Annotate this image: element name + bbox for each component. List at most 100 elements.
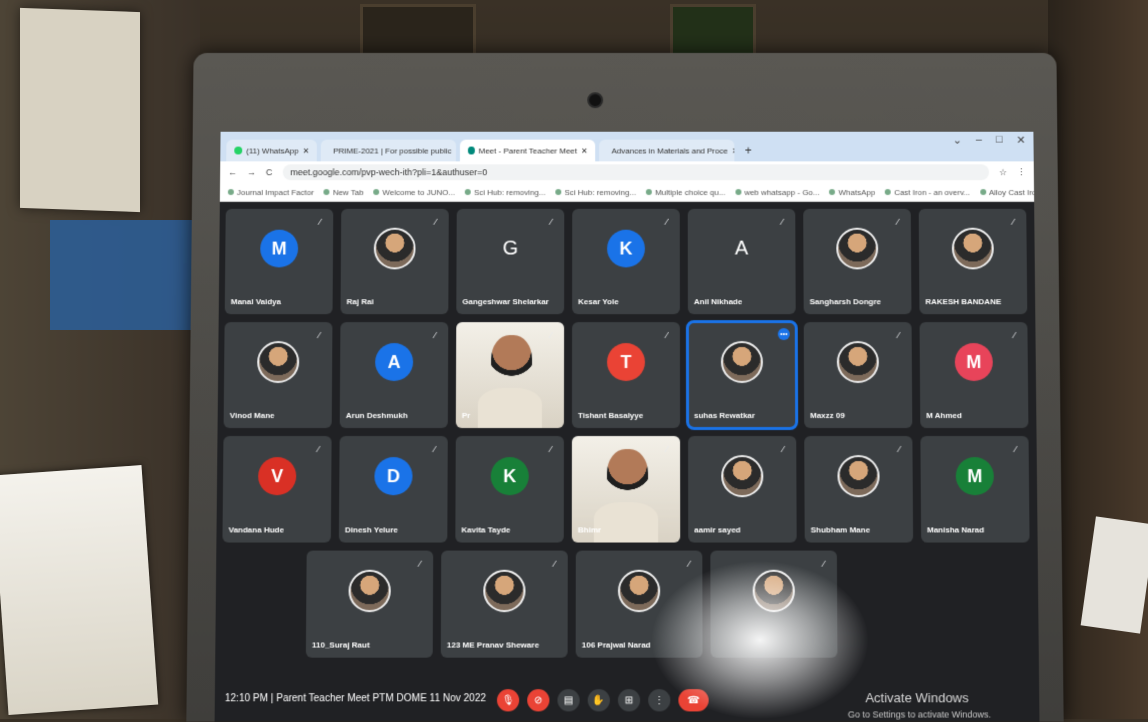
participant-name: 106 Prajwal Narad <box>582 640 651 649</box>
participant-tile[interactable]: ⁄RAKESH BANDANE <box>919 209 1028 314</box>
participant-tile[interactable]: V⁄Vandana Hude <box>222 436 331 542</box>
participant-tile[interactable]: ⁄Shubham Mane <box>804 436 913 542</box>
participant-name: Arun Deshmukh <box>346 411 408 420</box>
participant-tile[interactable]: ⁄110_Suraj Raut <box>306 551 433 658</box>
close-tab-icon[interactable]: ✕ <box>455 146 456 155</box>
mic-muted-icon: ⁄ <box>546 217 556 227</box>
bookmark-item[interactable]: Alloy Cast Iron - an... <box>980 188 1034 197</box>
back-icon[interactable]: ← <box>228 167 237 177</box>
participant-avatar: M <box>260 230 298 268</box>
window-control-icon[interactable]: ⌄ <box>953 134 962 147</box>
mic-muted-icon: ⁄ <box>1008 217 1018 227</box>
participant-row: ⁄Vinod ManeA⁄Arun Deshmukh⁄PrT⁄Tishant B… <box>224 322 1029 428</box>
participant-photo <box>348 570 390 612</box>
participant-photo <box>952 228 994 270</box>
participant-tile[interactable]: ⁄aamir sayed <box>688 436 797 542</box>
participant-tile[interactable]: A⁄Arun Deshmukh <box>340 322 449 428</box>
participant-name: Sangharsh Dongre <box>810 297 881 306</box>
participant-tile[interactable]: ⁄Sangharsh Dongre <box>803 209 911 314</box>
extensions-icon[interactable]: ⋮ <box>1017 167 1026 178</box>
browser-tab[interactable]: Advances in Materials and Proce✕ <box>600 140 735 162</box>
participant-avatar: K <box>607 230 645 268</box>
close-tab-icon[interactable]: ✕ <box>732 146 735 155</box>
bookmark-icon <box>374 189 380 195</box>
close-tab-icon[interactable]: ✕ <box>581 146 588 155</box>
participant-name: Anil Nikhade <box>694 297 742 306</box>
bookmark-item[interactable]: Sci Hub: removing... <box>555 188 636 197</box>
participant-photo <box>618 570 660 612</box>
star-icon[interactable]: ☆ <box>999 167 1007 178</box>
bookmark-label: Alloy Cast Iron - an... <box>989 188 1034 197</box>
participant-tile[interactable]: ⁄Vinod Mane <box>224 322 333 428</box>
participant-tile[interactable]: M⁄Manal Vaidya <box>225 209 334 314</box>
mic-muted-icon: ⁄ <box>684 559 694 569</box>
bookmark-icon <box>980 189 986 195</box>
mic-muted-icon: ⁄ <box>777 217 787 227</box>
browser-tab[interactable]: (11) WhatsApp✕ <box>226 140 317 162</box>
participant-avatar: A <box>723 230 761 268</box>
participant-name: Gangeshwar Shelarkar <box>462 297 549 306</box>
paper-stack <box>0 465 158 715</box>
new-tab-button[interactable]: + <box>739 144 758 158</box>
participant-tile[interactable]: M⁄M Ahmed <box>920 322 1029 428</box>
mic-muted-icon: ⁄ <box>546 444 556 454</box>
participant-tile[interactable]: D⁄Dinesh Yelure <box>339 436 448 542</box>
bookmark-item[interactable]: Cast Iron - an overv... <box>885 188 970 197</box>
more-options-button[interactable]: ⋮ <box>648 689 670 711</box>
participant-tile[interactable]: K⁄Kesar Yole <box>572 209 680 314</box>
reload-icon[interactable]: C <box>266 167 273 177</box>
close-tab-icon[interactable]: ✕ <box>303 146 310 155</box>
camera-off-button[interactable]: ⊘ <box>527 689 549 711</box>
window-control-icon[interactable]: □ <box>996 134 1003 147</box>
mic-muted-icon: ⁄ <box>431 217 441 227</box>
laptop: (11) WhatsApp✕PRIME-2021 | For possible … <box>186 53 1063 722</box>
mic-muted-icon: ⁄ <box>415 559 425 569</box>
captions-button[interactable]: ▤ <box>557 689 579 711</box>
participant-tile[interactable]: ⁄ <box>710 551 837 658</box>
bookmark-item[interactable]: Multiple choice qu... <box>646 188 725 197</box>
window-control-icon[interactable]: – <box>976 134 982 147</box>
bookmark-label: Sci Hub: removing... <box>474 188 546 197</box>
participant-name: Dinesh Yelure <box>345 525 398 534</box>
mic-muted-icon: ⁄ <box>550 559 560 569</box>
bookmark-item[interactable]: New Tab <box>324 188 364 197</box>
url-text: meet.google.com/pvp-wech-ith?pli=1&authu… <box>290 167 487 177</box>
bookmark-item[interactable]: Welcome to JUNO... <box>374 188 455 197</box>
participant-name: M Ahmed <box>926 411 962 420</box>
raise-hand-button[interactable]: ✋ <box>588 689 610 711</box>
participant-tile[interactable]: K⁄Kavita Tayde <box>455 436 564 542</box>
participant-photo <box>257 341 299 383</box>
participant-tile[interactable]: ⁄Pr <box>456 322 564 428</box>
mic-muted-icon: ⁄ <box>662 217 672 227</box>
meeting-title: Parent Teacher Meet PTM DOME 11 Nov 2022 <box>276 693 486 704</box>
mic-muted-icon: ⁄ <box>894 330 904 340</box>
participant-tile[interactable]: ⁄ 106 Prajwal Narad <box>576 551 703 658</box>
mic-off-button[interactable]: 🎙 <box>497 689 519 711</box>
bookmark-item[interactable]: web whatsapp - Go... <box>735 188 819 197</box>
browser-tab[interactable]: Meet - Parent Teacher Meet✕ <box>460 140 595 162</box>
present-icon: ⊞ <box>625 695 633 706</box>
participant-tile[interactable]: T⁄Tishant Basalyye <box>572 322 680 428</box>
participant-tile[interactable]: A ⁄ Anil Nikhade <box>688 209 796 314</box>
bookmark-item[interactable]: Sci Hub: removing... <box>465 188 546 197</box>
bookmark-item[interactable]: WhatsApp <box>829 188 875 197</box>
participant-tile[interactable]: ⁄Bhimr <box>572 436 680 542</box>
participant-tile[interactable]: ⁄Maxzz 09 <box>804 322 913 428</box>
participant-avatar: D <box>374 457 412 495</box>
participant-tile[interactable]: •••suhas Rewatkar <box>688 322 796 428</box>
browser-tab[interactable]: PRIME-2021 | For possible public✕ <box>321 140 456 162</box>
bookmark-item[interactable]: Journal Impact Factor <box>228 188 314 197</box>
raise-hand-icon: ✋ <box>593 695 606 706</box>
url-field[interactable]: meet.google.com/pvp-wech-ith?pli=1&authu… <box>282 164 989 180</box>
mic-muted-icon: ⁄ <box>1009 330 1019 340</box>
forward-icon[interactable]: → <box>247 167 256 177</box>
mic-muted-icon: ⁄ <box>430 330 440 340</box>
participant-tile[interactable]: G⁄Gangeshwar Shelarkar <box>456 209 564 314</box>
participant-tile[interactable]: M⁄Manisha Narad <box>920 436 1029 542</box>
participant-tile[interactable]: ⁄Raj Rai <box>341 209 449 314</box>
bookmark-icon <box>735 189 741 195</box>
window-control-icon[interactable]: ✕ <box>1016 134 1025 147</box>
hang-up-button[interactable]: ☎ <box>678 689 708 711</box>
present-button[interactable]: ⊞ <box>618 689 640 711</box>
participant-tile[interactable]: ⁄123 ME Pranav Sheware <box>441 551 568 658</box>
